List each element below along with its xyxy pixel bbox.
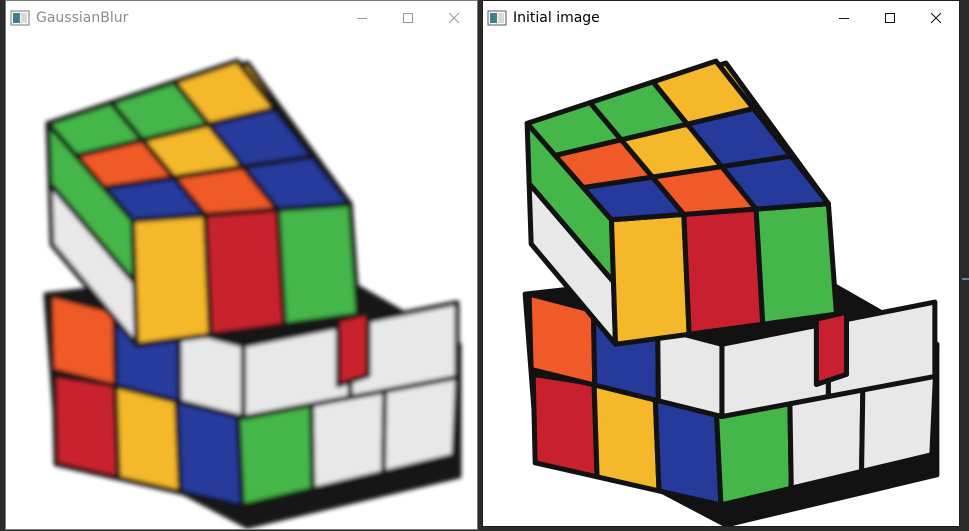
rubiks-cube-image xyxy=(522,58,940,526)
minimize-icon xyxy=(357,18,367,19)
minimize-icon xyxy=(839,18,849,19)
image-canvas xyxy=(483,35,959,526)
top-front-face xyxy=(275,201,361,328)
top-front-face xyxy=(130,212,214,348)
close-button[interactable] xyxy=(431,1,477,35)
middle-red-sticker xyxy=(813,309,849,387)
close-button[interactable] xyxy=(913,1,959,35)
bottom-left-face xyxy=(530,371,600,480)
initial-image-window[interactable]: Initial image xyxy=(482,0,960,527)
window-controls xyxy=(821,1,959,35)
app-window-icon xyxy=(10,10,30,26)
window-controls xyxy=(339,1,477,35)
window-title: GaussianBlur xyxy=(36,10,129,26)
middle-left-face xyxy=(176,325,246,421)
cube-group xyxy=(522,58,940,526)
top-front-face xyxy=(608,211,692,347)
app-window-icon xyxy=(487,10,507,26)
close-icon xyxy=(930,12,942,24)
rubiks-cube-image-blurred xyxy=(43,58,462,529)
window-title: Initial image xyxy=(513,10,600,26)
cube-group xyxy=(43,58,462,529)
top-front-face xyxy=(681,206,766,337)
top-front-face xyxy=(753,201,839,327)
bottom-left-face xyxy=(51,372,121,481)
minimize-button[interactable] xyxy=(339,1,385,35)
editor-code-fragment xyxy=(962,278,969,280)
maximize-button[interactable] xyxy=(867,1,913,35)
minimize-button[interactable] xyxy=(821,1,867,35)
close-icon xyxy=(448,12,460,24)
maximize-button[interactable] xyxy=(385,1,431,35)
top-front-face xyxy=(202,206,287,338)
maximize-icon xyxy=(403,13,413,23)
gaussianblur-window[interactable]: GaussianBlur xyxy=(5,0,478,530)
maximize-icon xyxy=(885,13,895,23)
middle-left-face xyxy=(655,325,725,420)
image-canvas xyxy=(6,35,477,529)
middle-red-sticker xyxy=(335,310,371,388)
